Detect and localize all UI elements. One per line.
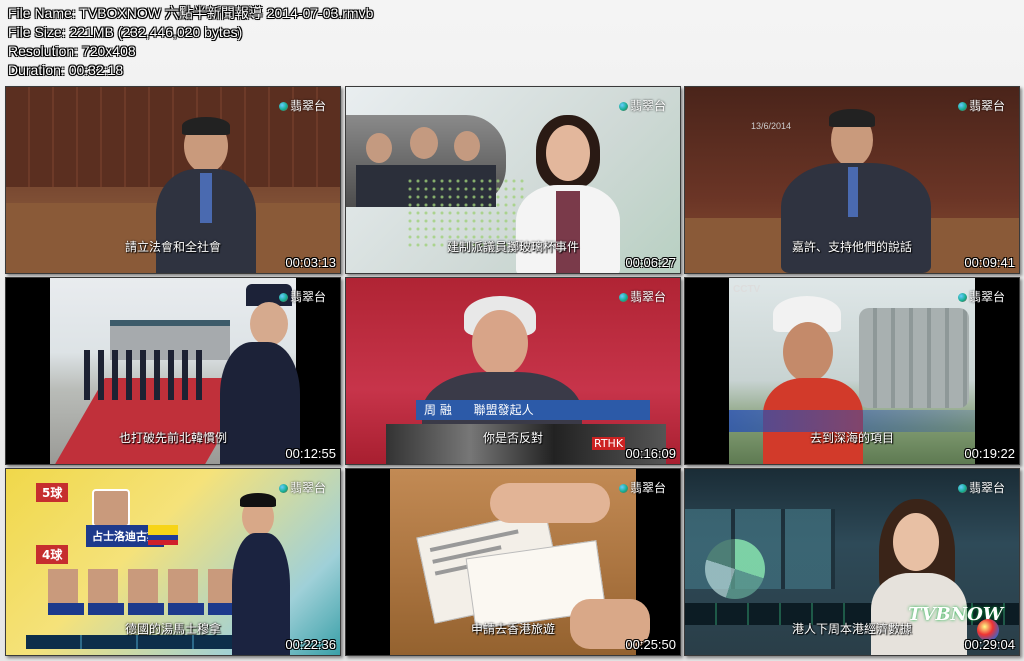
channel-logo: 翡翠台 [278,479,326,496]
pie-graphic [705,539,765,599]
decorative-dots [406,177,526,247]
file-name: File Name: TVBOXNOW 六點半新聞報導 2014-07-03.r… [8,5,374,21]
tvb-logo-icon [618,293,628,302]
subtitle: 德國的湯馬士穆拿 [124,622,221,636]
tvb-logo-icon [618,102,628,111]
timestamp: 00:16:09 [625,446,676,461]
caption-role: 聯盟發起人 [473,403,534,417]
bottom-panels [26,635,266,649]
tvb-logo-icon [957,293,967,302]
timestamp: 00:03:13 [285,255,336,270]
hand [490,483,610,523]
timestamp: 00:25:50 [625,637,676,652]
thumbnail-3[interactable]: 13/6/2014 翡翠台 嘉許、支持他們的說話 00:09:41 [684,86,1020,274]
subtitle: 嘉許、支持他們的說話 [791,240,912,254]
date-stamp: 13/6/2014 [751,121,792,131]
subtitle: 也打破先前北韓慣例 [118,431,227,445]
caption-name: 周 融 [424,403,452,417]
subtitle: 請立法會和全社會 [124,240,221,254]
thumbnail-9[interactable]: TVBNOW 翡翠台 港人下周本港經濟數據 00:29:04 [684,468,1020,656]
guard-row [84,350,204,400]
tvb-logo-icon [957,102,967,111]
timestamp: 00:29:04 [964,637,1015,652]
thumbnail-8[interactable]: 翡翠台 申請去香港旅遊 00:25:50 [345,468,681,656]
thumbnail-6[interactable]: CCTV 翡翠台 去到深海的項目 00:19:22 [684,277,1020,465]
channel-logo: 翡翠台 [278,97,326,114]
thumbnail-5[interactable]: RTHK 周 融 聯盟發起人 翡翠台 你是否反對 00:16:09 [345,277,681,465]
subtitle: 建制派議員擲玻璃杯事件 [446,240,579,254]
label-4-goals: 4球 [36,545,69,564]
subtitle: 港人下周本港經濟數據 [791,622,912,636]
player-photo-row [48,569,248,603]
timestamp: 00:09:41 [964,255,1015,270]
tvb-logo-icon [278,293,288,302]
channel-logo: 翡翠台 [957,479,1005,496]
timestamp: 00:06:27 [625,255,676,270]
cctv-logo: CCTV [733,284,761,295]
file-info-header: File Name: TVBOXNOW 六點半新聞報導 2014-07-03.r… [8,4,373,80]
tvb-logo-icon [957,484,967,493]
channel-logo: 翡翠台 [618,288,666,305]
channel-logo: 翡翠台 [957,97,1005,114]
thumbnail-4[interactable]: 翡翠台 也打破先前北韓慣例 00:12:55 [5,277,341,465]
timestamp: 00:12:55 [285,446,336,461]
thumbnail-7[interactable]: 5球 占士洛迪古斯 4球 翡翠台 德國的湯馬士穆拿 00:22:36 [5,468,341,656]
channel-logo: 翡翠台 [618,97,666,114]
tvb-logo-icon [278,102,288,111]
thumbnail-2[interactable]: 翡翠台 建制派議員擲玻璃杯事件 00:06:27 [345,86,681,274]
channel-logo: 翡翠台 [957,288,1005,305]
tvb-logo-icon [618,484,628,493]
file-size: File Size: 221MB (232,446,020 bytes) [8,24,243,40]
resolution: Resolution: 720x408 [8,43,136,59]
player-name-row [48,603,258,615]
tvb-logo-icon [278,484,288,493]
subtitle: 申請去香港旅遊 [470,622,555,636]
thumbnail-1[interactable]: 翡翠台 請立法會和全社會 00:03:13 [5,86,341,274]
player-photo [92,489,130,527]
channel-logo: 翡翠台 [278,288,326,305]
channel-logo: 翡翠台 [618,479,666,496]
label-5-goals: 5球 [36,483,69,502]
name-caption: 周 融 聯盟發起人 [416,400,650,420]
duration: Duration: 00:32:18 [8,62,124,78]
timestamp: 00:19:22 [964,446,1015,461]
timestamp: 00:22:36 [285,637,336,652]
industrial-tanks [859,308,969,408]
colombia-flag-icon [148,525,178,545]
subtitle: 你是否反對 [482,431,543,445]
subtitle: 去到深海的項目 [809,431,894,445]
